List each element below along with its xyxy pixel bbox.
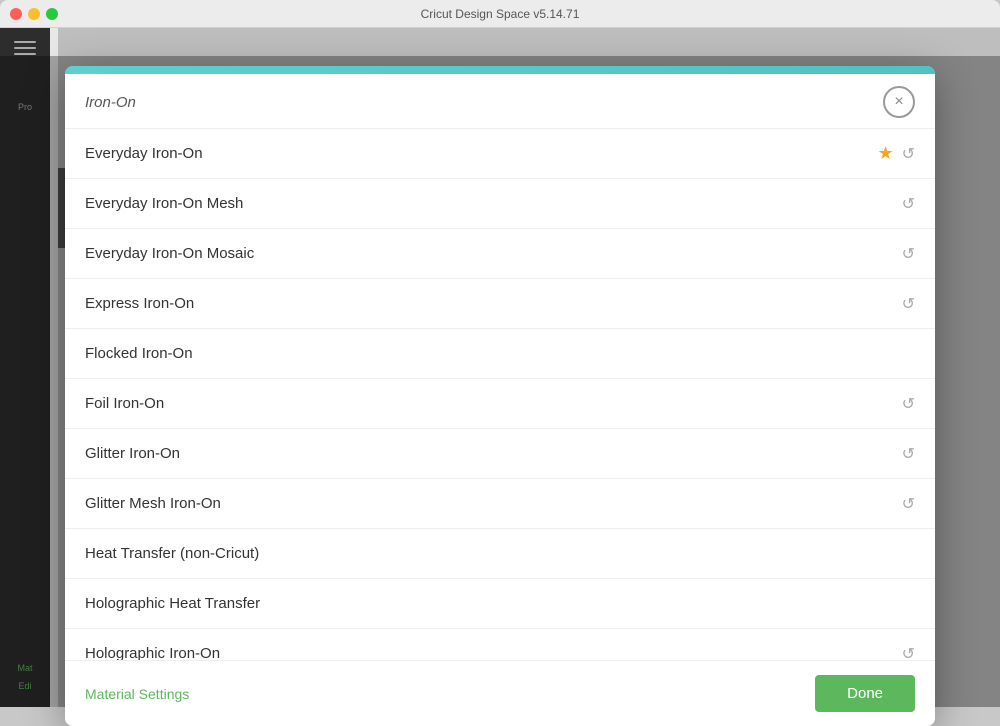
modal-top-bar: [65, 66, 935, 74]
item-left: Holographic Heat Transfer: [85, 595, 260, 612]
settings-icon[interactable]: ↺: [902, 294, 915, 314]
window-title: Cricut Design Space v5.14.71: [421, 7, 580, 21]
material-modal: Iron-On × Everyday Iron-On ★ ↺: [65, 66, 935, 726]
item-left: Everyday Iron-On: [85, 145, 203, 162]
star-icon[interactable]: ★: [877, 143, 893, 164]
material-actions: ↺: [902, 444, 915, 464]
item-left: Heat Transfer (non-Cricut): [85, 545, 259, 562]
material-settings-link[interactable]: Material Settings: [85, 686, 189, 702]
settings-icon[interactable]: ↺: [902, 144, 915, 164]
material-actions: ↺: [902, 394, 915, 414]
app-background: Pro Mat Edi Iron-On ×: [0, 28, 1000, 707]
material-actions: ↺: [902, 294, 915, 314]
material-name: Glitter Mesh Iron-On: [85, 495, 221, 512]
item-left: Flocked Iron-On: [85, 345, 193, 362]
material-item[interactable]: Flocked Iron-On: [65, 329, 935, 379]
close-button[interactable]: [10, 8, 22, 20]
maximize-button[interactable]: [46, 8, 58, 20]
material-name: Holographic Heat Transfer: [85, 595, 260, 612]
material-item[interactable]: Everyday Iron-On Mesh ↺: [65, 179, 935, 229]
settings-icon[interactable]: ↺: [902, 394, 915, 414]
settings-icon[interactable]: ↺: [902, 194, 915, 214]
material-name: Express Iron-On: [85, 295, 194, 312]
material-item[interactable]: Everyday Iron-On ★ ↺: [65, 129, 935, 179]
item-left: Glitter Iron-On: [85, 445, 180, 462]
hamburger-line-3: [14, 53, 36, 55]
item-left: Foil Iron-On: [85, 395, 164, 412]
material-item[interactable]: Express Iron-On ↺: [65, 279, 935, 329]
settings-icon[interactable]: ↺: [902, 644, 915, 661]
material-actions: ★ ↺: [877, 143, 915, 164]
material-item[interactable]: Glitter Mesh Iron-On ↺: [65, 479, 935, 529]
modal-footer: Material Settings Done: [65, 660, 935, 726]
modal-close-button[interactable]: ×: [883, 86, 915, 118]
modal-category-title: Iron-On: [85, 94, 136, 111]
material-list[interactable]: Everyday Iron-On ★ ↺ Everyday Iron-On Me…: [65, 129, 935, 660]
window-chrome: Cricut Design Space v5.14.71: [0, 0, 1000, 28]
material-name: Heat Transfer (non-Cricut): [85, 545, 259, 562]
item-left: Express Iron-On: [85, 295, 194, 312]
minimize-button[interactable]: [28, 8, 40, 20]
hamburger-line-1: [14, 41, 36, 43]
material-item[interactable]: Foil Iron-On ↺: [65, 379, 935, 429]
window-controls[interactable]: [10, 8, 58, 20]
material-item[interactable]: Holographic Heat Transfer: [65, 579, 935, 629]
material-name: Foil Iron-On: [85, 395, 164, 412]
material-name: Glitter Iron-On: [85, 445, 180, 462]
item-left: Holographic Iron-On: [85, 645, 220, 660]
done-button[interactable]: Done: [815, 675, 915, 712]
settings-icon[interactable]: ↺: [902, 444, 915, 464]
material-actions: ↺: [902, 494, 915, 514]
modal-header: Iron-On ×: [65, 74, 935, 129]
material-actions: ↺: [902, 644, 915, 661]
item-left: Everyday Iron-On Mosaic: [85, 245, 254, 262]
material-item[interactable]: Everyday Iron-On Mosaic ↺: [65, 229, 935, 279]
material-name: Everyday Iron-On: [85, 145, 203, 162]
settings-icon[interactable]: ↺: [902, 244, 915, 264]
material-item[interactable]: Heat Transfer (non-Cricut): [65, 529, 935, 579]
material-name: Flocked Iron-On: [85, 345, 193, 362]
settings-icon[interactable]: ↺: [902, 494, 915, 514]
item-left: Glitter Mesh Iron-On: [85, 495, 221, 512]
material-name: Everyday Iron-On Mesh: [85, 195, 243, 212]
material-name: Everyday Iron-On Mosaic: [85, 245, 254, 262]
material-item[interactable]: Glitter Iron-On ↺: [65, 429, 935, 479]
material-actions: ↺: [902, 244, 915, 264]
material-actions: ↺: [902, 194, 915, 214]
item-left: Everyday Iron-On Mesh: [85, 195, 243, 212]
material-item[interactable]: Holographic Iron-On ↺: [65, 629, 935, 660]
hamburger-line-2: [14, 47, 36, 49]
material-name: Holographic Iron-On: [85, 645, 220, 660]
modal-overlay: Iron-On × Everyday Iron-On ★ ↺: [0, 56, 1000, 707]
